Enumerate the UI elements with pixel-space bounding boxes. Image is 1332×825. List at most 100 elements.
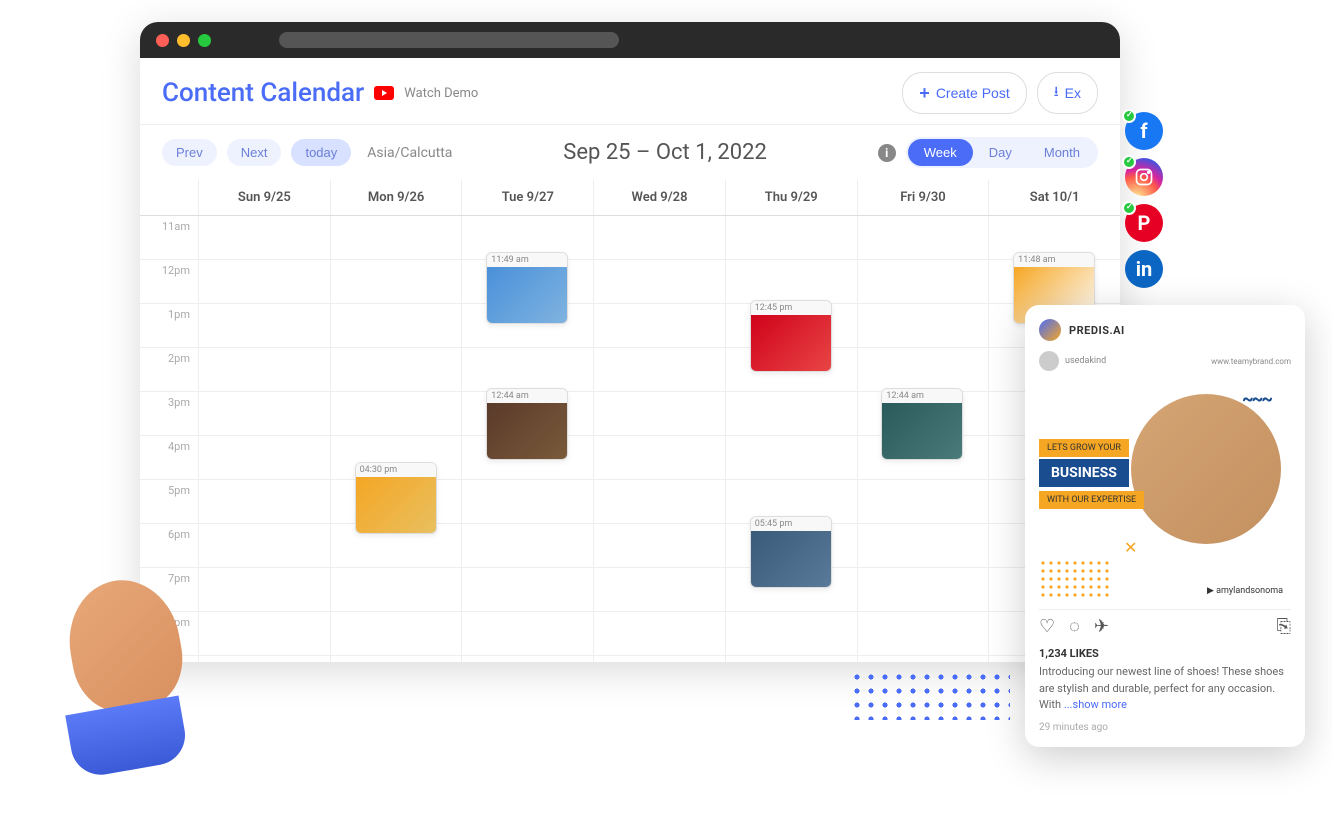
calendar-body[interactable]: 11am12pm1pm2pm3pm4pm5pm6pm7pm8pm9pm 11:4… xyxy=(140,216,1120,662)
youtube-icon[interactable] xyxy=(374,86,394,100)
export-button[interactable]: ⭳ Ex xyxy=(1037,72,1098,114)
instagram-channel-icon[interactable] xyxy=(1125,158,1163,196)
date-range: Sep 25 – Oct 1, 2022 xyxy=(462,140,867,165)
time-cell[interactable] xyxy=(593,260,725,303)
time-cell[interactable] xyxy=(461,524,593,567)
info-icon[interactable]: i xyxy=(878,144,896,162)
time-cell[interactable] xyxy=(593,216,725,259)
time-cell[interactable] xyxy=(330,348,462,391)
time-cell[interactable] xyxy=(198,216,330,259)
hero-tag-top: LETS GROW YOUR xyxy=(1039,439,1129,457)
time-cell[interactable] xyxy=(330,568,462,611)
time-cell[interactable] xyxy=(593,304,725,347)
time-cell[interactable] xyxy=(461,656,593,662)
time-cell[interactable] xyxy=(198,436,330,479)
time-row: 11am xyxy=(140,216,1120,260)
calendar-event[interactable]: 12:45 pm xyxy=(750,300,832,372)
time-cell[interactable] xyxy=(198,304,330,347)
url-bar[interactable] xyxy=(279,32,619,48)
download-icon: ⭳ xyxy=(1054,81,1059,105)
calendar-event[interactable]: 12:44 am xyxy=(486,388,568,460)
pinterest-channel-icon[interactable]: P xyxy=(1125,204,1163,242)
calendar-event[interactable]: 04:30 pm xyxy=(355,462,437,534)
event-time: 12:44 am xyxy=(882,389,962,403)
calendar-event[interactable]: 05:45 pm xyxy=(750,516,832,588)
facebook-channel-icon[interactable]: f xyxy=(1125,112,1163,150)
maximize-window-icon[interactable] xyxy=(198,34,211,47)
time-cell[interactable] xyxy=(857,304,989,347)
close-window-icon[interactable] xyxy=(156,34,169,47)
week-view-button[interactable]: Week xyxy=(908,139,973,166)
time-cell[interactable] xyxy=(198,348,330,391)
day-header: Sat 10/1 xyxy=(988,180,1120,215)
time-cell[interactable] xyxy=(593,392,725,435)
time-cell[interactable] xyxy=(857,216,989,259)
time-cell[interactable] xyxy=(725,612,857,655)
create-post-button[interactable]: + Create Post xyxy=(902,72,1026,114)
minimize-window-icon[interactable] xyxy=(177,34,190,47)
time-cell[interactable] xyxy=(593,436,725,479)
create-post-label: Create Post xyxy=(936,85,1010,101)
watch-demo-link[interactable]: Watch Demo xyxy=(404,86,478,101)
social-channel-list: f P in xyxy=(1125,112,1163,288)
time-cell[interactable] xyxy=(593,568,725,611)
time-label: 11am xyxy=(140,216,198,259)
time-cell[interactable] xyxy=(857,656,989,662)
show-more-link[interactable]: ...show more xyxy=(1064,698,1127,711)
time-cell[interactable] xyxy=(461,568,593,611)
event-time: 12:44 am xyxy=(487,389,567,403)
time-cell[interactable] xyxy=(330,260,462,303)
time-cell[interactable] xyxy=(725,392,857,435)
time-cell[interactable] xyxy=(725,216,857,259)
time-cell[interactable] xyxy=(198,392,330,435)
time-cell[interactable] xyxy=(725,260,857,303)
decorative-dots xyxy=(1039,559,1109,599)
time-cell[interactable] xyxy=(461,348,593,391)
browser-titlebar xyxy=(140,22,1120,58)
post-preview-card: PREDIS.AI usedakind www.teamybrand.com ~… xyxy=(1025,305,1305,747)
time-cell[interactable] xyxy=(198,260,330,303)
prev-button[interactable]: Prev xyxy=(162,139,217,166)
linkedin-channel-icon[interactable]: in xyxy=(1125,250,1163,288)
event-thumbnail xyxy=(356,477,436,533)
time-cell[interactable] xyxy=(461,480,593,523)
month-view-button[interactable]: Month xyxy=(1028,139,1096,166)
comment-icon[interactable]: ◌ xyxy=(1069,616,1080,637)
calendar-event[interactable]: 12:44 am xyxy=(881,388,963,460)
next-button[interactable]: Next xyxy=(227,139,282,166)
time-cell[interactable] xyxy=(857,480,989,523)
heart-icon[interactable]: ♡ xyxy=(1039,616,1055,637)
time-cell[interactable] xyxy=(330,656,462,662)
share-icon[interactable]: ✈ xyxy=(1094,616,1109,637)
time-cell[interactable] xyxy=(330,392,462,435)
time-cell[interactable] xyxy=(857,568,989,611)
time-cell[interactable] xyxy=(857,260,989,303)
brand-name: PREDIS.AI xyxy=(1069,324,1125,337)
event-thumbnail xyxy=(882,403,962,459)
time-cell[interactable] xyxy=(725,656,857,662)
time-cell[interactable] xyxy=(593,348,725,391)
time-cell[interactable] xyxy=(857,348,989,391)
time-cell[interactable] xyxy=(593,612,725,655)
time-cell[interactable] xyxy=(857,524,989,567)
day-header: Mon 9/26 xyxy=(330,180,462,215)
time-cell[interactable] xyxy=(725,436,857,479)
play-icon[interactable]: ▶ amylandsonoma xyxy=(1207,586,1283,596)
event-time: 05:45 pm xyxy=(751,517,831,531)
time-cell[interactable] xyxy=(461,612,593,655)
post-image: ~~~ LETS GROW YOUR BUSINESS WITH OUR EXP… xyxy=(1039,379,1291,599)
today-button[interactable]: today xyxy=(291,139,351,166)
time-cell[interactable] xyxy=(330,216,462,259)
time-row: 1pm xyxy=(140,304,1120,348)
bookmark-icon[interactable]: ⎘ xyxy=(1277,616,1291,637)
time-cell[interactable] xyxy=(593,656,725,662)
time-cell[interactable] xyxy=(857,612,989,655)
time-cell[interactable] xyxy=(330,304,462,347)
time-cell[interactable] xyxy=(198,480,330,523)
time-cell[interactable] xyxy=(593,480,725,523)
time-cell[interactable] xyxy=(593,524,725,567)
calendar-event[interactable]: 11:49 am xyxy=(486,252,568,324)
day-view-button[interactable]: Day xyxy=(973,139,1028,166)
day-header: Tue 9/27 xyxy=(461,180,593,215)
time-cell[interactable] xyxy=(330,612,462,655)
